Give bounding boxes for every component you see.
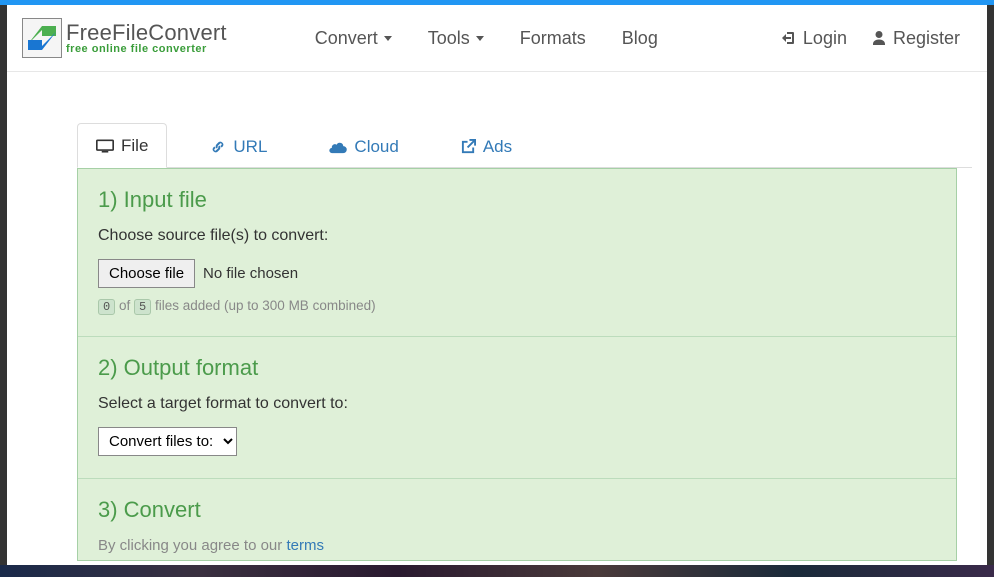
step-input: 1) Input file Choose source file(s) to c… xyxy=(78,169,956,337)
login-icon xyxy=(781,30,797,46)
external-link-icon xyxy=(461,139,476,154)
caret-down-icon xyxy=(384,36,392,41)
nav-convert-label: Convert xyxy=(315,28,378,49)
tab-file-label: File xyxy=(121,136,148,156)
file-count-help: 0 of 5 files added (up to 300 MB combine… xyxy=(98,298,936,314)
login-label: Login xyxy=(803,28,847,49)
tab-url[interactable]: URL xyxy=(191,123,286,168)
tab-cloud-label: Cloud xyxy=(354,137,398,157)
step1-instruction: Choose source file(s) to convert: xyxy=(98,227,936,245)
user-icon xyxy=(871,30,887,46)
step3-title: 3) Convert xyxy=(98,497,936,523)
link-icon xyxy=(210,139,226,155)
site-logo[interactable]: FreeFileConvert free online file convert… xyxy=(22,14,227,62)
nav-formats[interactable]: Formats xyxy=(502,8,604,69)
register-label: Register xyxy=(893,28,960,49)
files-max-count: 5 xyxy=(134,299,151,315)
files-current-count: 0 xyxy=(98,299,115,315)
tab-ads-label: Ads xyxy=(483,137,512,157)
nav-tools[interactable]: Tools xyxy=(410,8,502,69)
step-convert: 3) Convert By clicking you agree to our … xyxy=(78,479,956,560)
tab-cloud[interactable]: Cloud xyxy=(310,123,417,168)
choose-file-button[interactable]: Choose file xyxy=(98,259,195,288)
nav-blog[interactable]: Blog xyxy=(604,8,676,69)
nav-blog-label: Blog xyxy=(622,28,658,49)
logo-title: FreeFileConvert xyxy=(66,22,227,44)
step-output: 2) Output format Select a target format … xyxy=(78,337,956,479)
file-status-text: No file chosen xyxy=(203,265,298,282)
step2-instruction: Select a target format to convert to: xyxy=(98,395,936,413)
caret-down-icon xyxy=(476,36,484,41)
register-link[interactable]: Register xyxy=(859,8,972,69)
login-link[interactable]: Login xyxy=(769,8,859,69)
count-of-label: of xyxy=(119,298,130,313)
cloud-icon xyxy=(329,140,347,154)
tab-file[interactable]: File xyxy=(77,123,167,168)
step2-title: 2) Output format xyxy=(98,355,936,381)
desktop-icon xyxy=(96,139,114,153)
tab-ads[interactable]: Ads xyxy=(442,123,531,168)
count-suffix-label: files added (up to 300 MB combined) xyxy=(155,298,376,313)
nav-right: Login Register xyxy=(769,8,972,69)
nav-menu: Convert Tools Formats Blog xyxy=(297,5,676,71)
output-format-select[interactable]: Convert files to: xyxy=(98,427,237,456)
nav-convert[interactable]: Convert xyxy=(297,8,410,69)
terms-link[interactable]: terms xyxy=(286,537,324,554)
decorative-footer-strip xyxy=(0,565,994,577)
conversion-panel: 1) Input file Choose source file(s) to c… xyxy=(77,168,957,561)
tab-url-label: URL xyxy=(233,137,267,157)
terms-line: By clicking you agree to our terms xyxy=(98,537,936,554)
terms-prefix: By clicking you agree to our xyxy=(98,537,286,554)
top-navbar: FreeFileConvert free online file convert… xyxy=(7,5,987,72)
convert-arrows-icon xyxy=(22,18,62,58)
nav-formats-label: Formats xyxy=(520,28,586,49)
logo-subtitle: free online file converter xyxy=(66,44,227,55)
source-tabs: File URL Cloud Ads xyxy=(77,122,972,168)
nav-tools-label: Tools xyxy=(428,28,470,49)
step1-title: 1) Input file xyxy=(98,187,936,213)
